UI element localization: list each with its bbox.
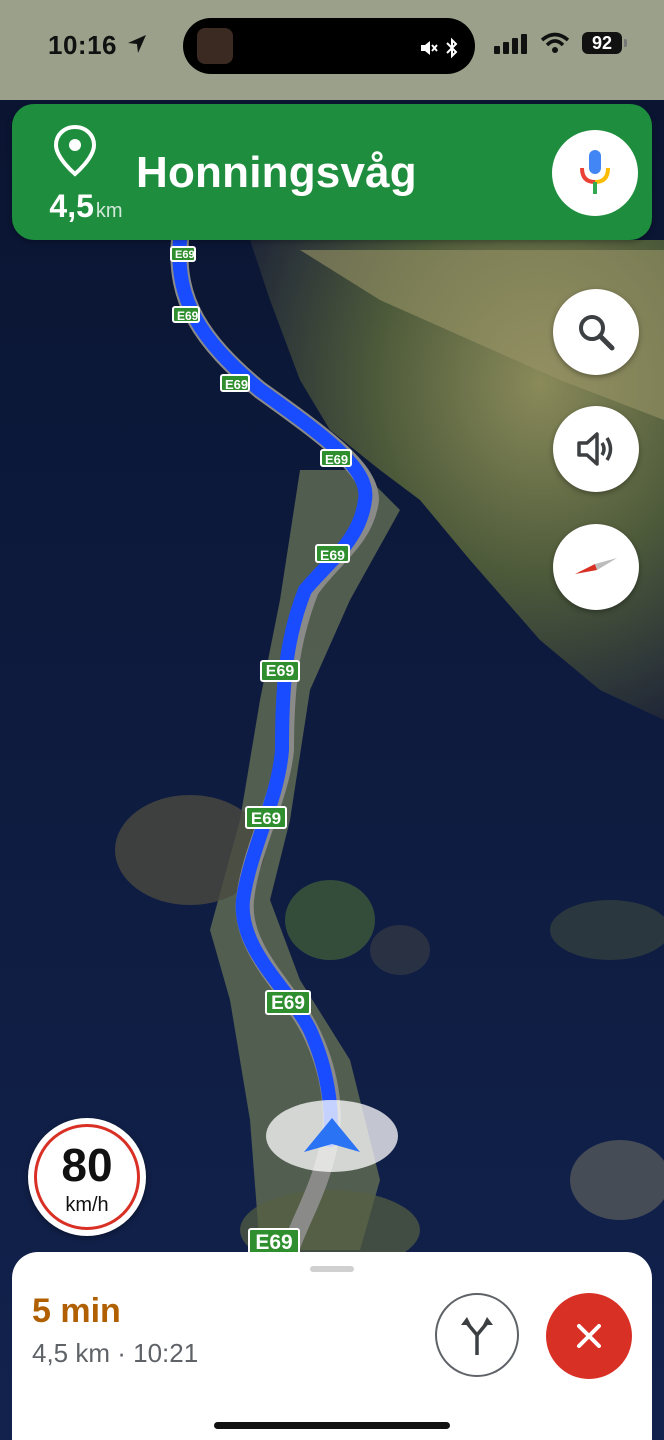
speed-limit-unit: km/h	[65, 1194, 109, 1216]
destination-pin-icon	[53, 124, 97, 177]
wifi-icon	[540, 32, 570, 53]
distance-to-destination: 4,5 km	[30, 188, 142, 225]
destination-name: Honningsvåg	[136, 148, 417, 197]
compass-button[interactable]	[553, 524, 639, 610]
close-icon	[577, 1324, 601, 1348]
navigation-banner[interactable]: 4,5 km Honningsvåg	[12, 104, 652, 240]
road-shield: E69	[248, 1228, 300, 1255]
alternate-routes-button[interactable]	[435, 1293, 519, 1377]
road-shield: E69	[245, 806, 287, 829]
road-shield: E69	[315, 544, 350, 563]
status-time: 10:16	[48, 30, 117, 60]
eta-detail: 4,5 km · 10:21	[32, 1338, 199, 1368]
eta-duration: 5 min	[32, 1292, 121, 1330]
now-playing-thumbnail	[197, 28, 233, 64]
road-shield: E69	[265, 990, 311, 1015]
road-shield: E69	[170, 246, 196, 262]
road-shield: E69	[260, 660, 300, 682]
speaker-icon	[577, 432, 613, 466]
trip-summary-sheet[interactable]: 5 min 4,5 km · 10:21	[12, 1252, 652, 1440]
voice-search-button[interactable]	[552, 130, 638, 216]
distance-value: 4,5	[49, 188, 94, 224]
home-indicator[interactable]	[214, 1422, 450, 1429]
mute-bluetooth-indicator	[419, 34, 459, 60]
search-button[interactable]	[553, 289, 639, 375]
battery-indicator: 92	[582, 32, 627, 54]
status-bar: 10:16 92	[0, 0, 664, 92]
road-shield: E69	[320, 449, 352, 467]
sound-button[interactable]	[553, 406, 639, 492]
dynamic-island	[183, 18, 475, 74]
search-icon	[579, 315, 615, 351]
distance-unit: km	[95, 200, 123, 222]
exit-navigation-button[interactable]	[546, 1293, 632, 1379]
speed-limit-value: 80	[61, 1139, 113, 1191]
speed-limit-sign: 80 km/h	[28, 1118, 146, 1236]
compass-icon	[575, 558, 617, 574]
road-shield: E69	[172, 306, 200, 323]
road-shield: E69	[220, 374, 250, 392]
location-arrow-icon	[128, 35, 146, 53]
bluetooth-icon	[446, 37, 458, 59]
sheet-drag-handle[interactable]	[310, 1266, 354, 1272]
alternate-routes-icon	[461, 1317, 493, 1355]
mute-icon	[420, 41, 438, 56]
signal-icon	[494, 34, 527, 54]
mic-icon	[580, 150, 610, 194]
